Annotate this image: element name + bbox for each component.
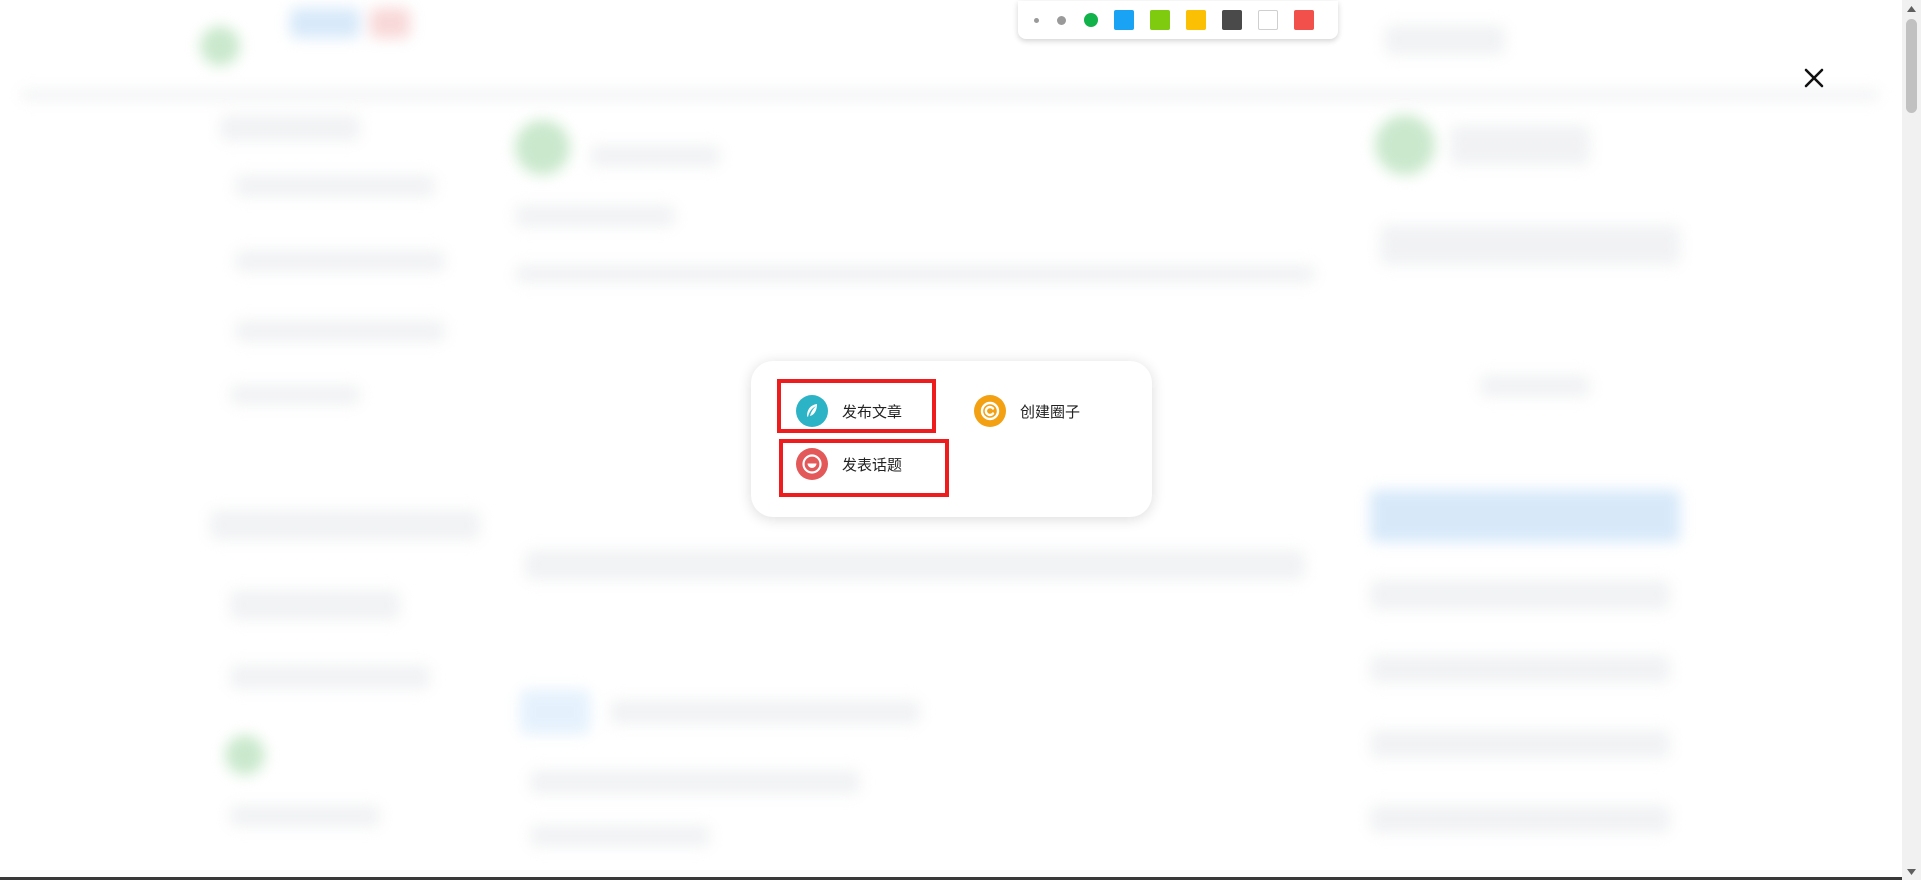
bg-side-block bbox=[235, 250, 445, 272]
bg-nav-line bbox=[20, 90, 1880, 100]
bg-right-block bbox=[1370, 730, 1670, 758]
vertical-scrollbar[interactable] bbox=[1902, 0, 1921, 880]
color-swatch-red[interactable] bbox=[1294, 10, 1314, 30]
close-button[interactable] bbox=[1798, 62, 1830, 94]
create-menu-modal: 发布文章 创建圈子 发表话题 bbox=[751, 361, 1152, 517]
feather-icon bbox=[796, 395, 828, 427]
scroll-down-button[interactable] bbox=[1902, 863, 1921, 880]
publish-article-option[interactable]: 发布文章 bbox=[796, 395, 902, 427]
chevron-down-icon bbox=[1907, 868, 1916, 875]
page-viewport: 发布文章 创建圈子 发表话题 bbox=[0, 0, 1902, 880]
color-swatch-green[interactable] bbox=[1150, 10, 1170, 30]
bg-side-block bbox=[210, 510, 480, 540]
scroll-thumb[interactable] bbox=[1906, 19, 1917, 113]
publish-article-label: 发布文章 bbox=[842, 402, 903, 421]
bg-side-block bbox=[235, 320, 445, 342]
bg-right-block bbox=[1370, 805, 1670, 833]
bg-avatar bbox=[225, 735, 265, 775]
bg-side-block bbox=[220, 115, 360, 141]
bg-main-block bbox=[515, 205, 675, 227]
bg-right-button bbox=[1370, 490, 1680, 542]
bg-avatar bbox=[515, 120, 570, 175]
bg-side-block bbox=[230, 590, 400, 620]
bg-side-block bbox=[230, 805, 380, 827]
bg-main-block bbox=[525, 550, 1305, 580]
color-swatch-blue[interactable] bbox=[1114, 10, 1134, 30]
close-icon bbox=[1804, 68, 1824, 88]
pen-size-small[interactable] bbox=[1034, 17, 1039, 23]
bg-right-block bbox=[1370, 580, 1670, 610]
pen-size-large[interactable] bbox=[1084, 13, 1098, 27]
post-topic-label: 发表话题 bbox=[842, 455, 903, 474]
bg-main-block bbox=[515, 265, 1315, 283]
create-circle-label: 创建圈子 bbox=[1020, 402, 1081, 421]
create-circle-option[interactable]: 创建圈子 bbox=[974, 395, 1080, 427]
bg-right-block bbox=[1480, 375, 1590, 397]
bg-header-block bbox=[1385, 25, 1505, 55]
drawing-toolbar bbox=[1018, 1, 1338, 39]
bg-side-block bbox=[230, 385, 360, 405]
bg-nav-block bbox=[290, 8, 360, 38]
bg-avatar bbox=[1375, 115, 1435, 175]
color-swatch-yellow[interactable] bbox=[1186, 10, 1206, 30]
bg-logo bbox=[200, 26, 240, 66]
bg-side-block bbox=[230, 665, 430, 689]
color-swatch-white[interactable] bbox=[1258, 10, 1278, 30]
bg-nav-block bbox=[370, 8, 410, 38]
bg-right-block bbox=[1370, 655, 1670, 683]
bg-right-block bbox=[1450, 125, 1590, 165]
bg-tab-active bbox=[520, 690, 590, 734]
bg-right-block bbox=[1380, 225, 1680, 265]
post-topic-option[interactable]: 发表话题 bbox=[796, 448, 902, 480]
bg-side-block bbox=[235, 175, 435, 197]
chevron-up-icon bbox=[1907, 5, 1916, 12]
bg-main-block bbox=[610, 700, 920, 724]
pen-size-medium[interactable] bbox=[1057, 15, 1066, 25]
bg-main-block bbox=[530, 770, 860, 794]
topic-bubble-icon bbox=[796, 448, 828, 480]
bg-main-block bbox=[530, 825, 710, 847]
circle-c-icon bbox=[974, 395, 1006, 427]
color-swatch-dark-gray[interactable] bbox=[1222, 10, 1242, 30]
bg-main-block bbox=[590, 145, 720, 167]
scroll-up-button[interactable] bbox=[1902, 0, 1921, 17]
